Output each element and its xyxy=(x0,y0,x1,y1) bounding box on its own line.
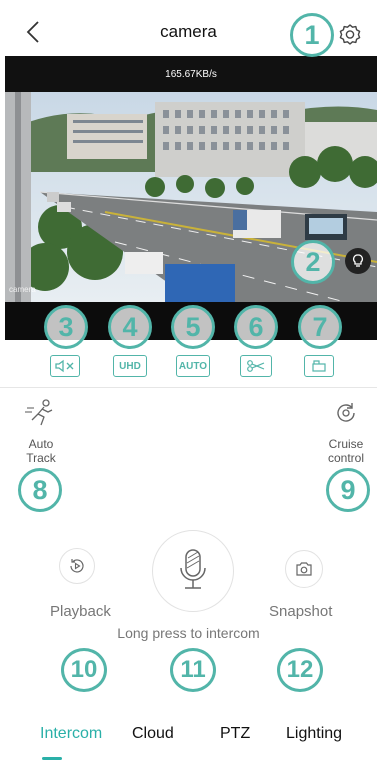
annotation-marker-2: 2 xyxy=(291,240,335,284)
feed-label: camera xyxy=(9,285,36,294)
annotation-marker-10: 10 xyxy=(61,648,107,692)
snapshot-button[interactable] xyxy=(285,550,323,588)
microphone-icon xyxy=(180,549,206,589)
speaker-muted-icon xyxy=(55,359,74,373)
annotation-marker-6: 6 xyxy=(234,305,278,349)
bitrate-bar: 165.67KB/s xyxy=(5,56,377,92)
tab-cloud[interactable]: Cloud xyxy=(132,725,174,743)
auto-track-label: Auto Track xyxy=(26,437,56,465)
annotation-marker-9: 9 xyxy=(326,468,370,512)
annotation-marker-7: 7 xyxy=(298,305,342,349)
playback-label: Playback xyxy=(50,603,111,620)
snapshot-label: Snapshot xyxy=(269,603,333,620)
tab-ptz[interactable]: PTZ xyxy=(220,725,250,743)
light-button[interactable] xyxy=(345,248,371,274)
mute-button[interactable] xyxy=(50,355,80,377)
gear-icon xyxy=(339,24,361,45)
cruise-control-button[interactable] xyxy=(333,400,359,426)
settings-button[interactable] xyxy=(337,22,363,48)
annotation-marker-8: 8 xyxy=(18,468,62,512)
intercom-hint: Long press to intercom xyxy=(117,625,260,641)
refresh-icon xyxy=(337,403,355,422)
annotation-marker-4: 4 xyxy=(108,305,152,349)
annotation-marker-1: 1 xyxy=(290,13,334,57)
tab-intercom[interactable]: Intercom xyxy=(40,725,102,743)
annotation-marker-11: 11 xyxy=(170,648,216,692)
fullscreen-button[interactable] xyxy=(304,355,334,377)
playback-icon xyxy=(70,559,84,573)
camera-icon xyxy=(296,562,312,576)
annotation-marker-5: 5 xyxy=(171,305,215,349)
annotation-marker-3: 3 xyxy=(44,305,88,349)
rotate-screen-icon xyxy=(312,360,326,372)
annotation-marker-12: 12 xyxy=(277,648,323,692)
auto-mode-button[interactable]: AUTO xyxy=(176,355,210,377)
playback-button[interactable] xyxy=(59,548,95,584)
auto-track-button[interactable] xyxy=(24,398,58,428)
scissors-icon xyxy=(247,360,265,372)
cruise-control-label: Cruise control xyxy=(327,437,365,465)
running-person-icon xyxy=(25,399,53,426)
intercom-button[interactable] xyxy=(152,530,234,612)
bitrate-text: 165.67KB/s xyxy=(165,69,217,80)
bottom-tab-bar: Intercom Cloud PTZ Lighting xyxy=(0,705,377,766)
record-button[interactable] xyxy=(240,355,272,377)
resolution-button[interactable]: UHD xyxy=(113,355,147,377)
bulb-icon xyxy=(353,254,363,267)
tab-lighting[interactable]: Lighting xyxy=(286,725,342,743)
active-tab-indicator xyxy=(42,757,62,760)
video-area: 165.67KB/s camera xyxy=(5,56,377,340)
